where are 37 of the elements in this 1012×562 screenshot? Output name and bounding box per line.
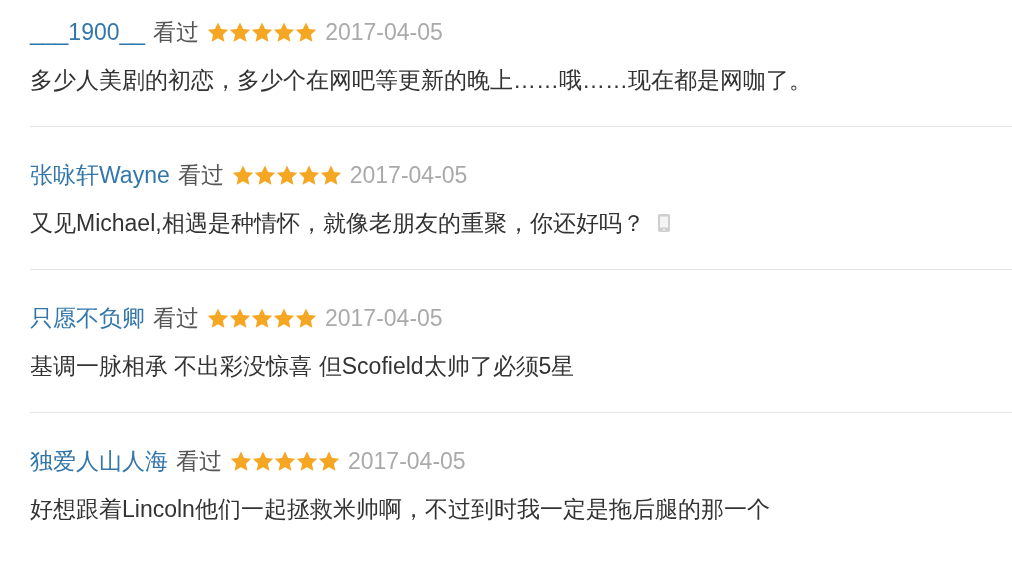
watched-label: 看过 [177,160,224,190]
review-text: 好想跟着Lincoln他们一起拯救米帅啊，不过到时我一定是拖后腿的那一个 [30,494,770,524]
star-icon [207,22,230,42]
watched-label: 看过 [176,446,222,476]
review-date: 2017-04-05 [348,446,466,476]
star-icon [230,451,252,471]
star-icon [207,308,229,328]
star-icon [253,165,276,185]
review-text: 多少人美剧的初恋，多少个在网吧等更新的晚上……哦……现在都是网咖了。 [30,65,812,95]
review-text: 又见Michael,相遇是种情怀，就像老朋友的重聚，你还好吗？ [30,208,645,238]
star-icon [296,451,318,471]
watched-label: 看过 [153,17,200,47]
star-icon [252,451,274,471]
review-date: 2017-04-05 [325,303,443,333]
star-icon [274,451,296,471]
phone-icon [656,213,671,233]
star-icon [273,308,295,328]
star-icon [273,22,296,42]
username-link[interactable]: 只愿不负卿 [30,300,145,336]
star-icon [319,165,342,185]
username-link[interactable]: 独爱人山人海 [30,443,168,479]
star-icon [318,451,340,471]
username-link[interactable]: 张咏轩Wayne [30,157,170,193]
watched-label: 看过 [153,303,199,333]
star-icon [297,165,320,185]
star-icon [251,22,274,42]
star-icon [251,308,273,328]
star-icon [295,22,318,42]
username-link[interactable]: ___1900__ [30,14,146,50]
star-icon [295,308,317,328]
review-date: 2017-04-05 [325,17,443,47]
review-text: 基调一脉相承 不出彩没惊喜 但Scofield太帅了必须5星 [30,351,575,381]
star-icon [229,22,252,42]
star-icon [231,165,254,185]
star-icon [229,308,251,328]
review-date: 2017-04-05 [349,160,468,190]
star-icon [275,165,298,185]
